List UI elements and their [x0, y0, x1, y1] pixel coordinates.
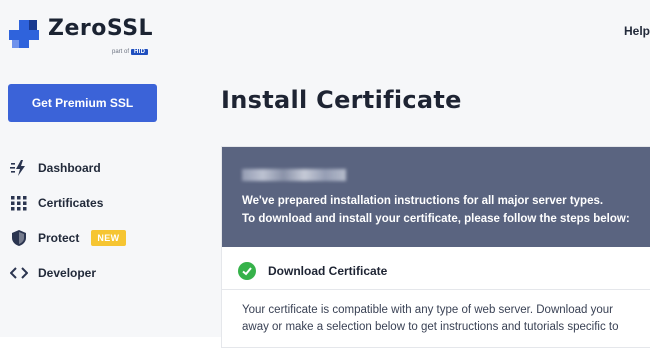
step-label: Download Certificate: [268, 264, 388, 278]
sidebar-nav: Dashboard Certificates Protect NEW Devel…: [10, 150, 180, 290]
sidebar-item-certificates[interactable]: Certificates: [10, 185, 180, 220]
step-description: Your certificate is compatible with any …: [242, 304, 613, 316]
brand-part-of: part of HID: [112, 49, 149, 55]
sidebar-item-protect[interactable]: Protect NEW: [10, 220, 180, 255]
grid-icon: [10, 194, 28, 212]
shield-icon: [10, 229, 28, 247]
install-card: We've prepared installation instructions…: [221, 146, 650, 348]
sidebar-item-developer[interactable]: Developer: [10, 255, 180, 290]
main-content: Help Install Certificate We've prepared …: [190, 0, 650, 348]
card-header: We've prepared installation instructions…: [222, 147, 650, 247]
sidebar-item-label: Developer: [38, 265, 97, 280]
code-icon: [10, 264, 28, 282]
zerossl-logo[interactable]: ZeroSSL part of HID: [8, 12, 168, 56]
intro-text: To download and install your certificate…: [242, 213, 630, 225]
hid-logo: HID: [131, 49, 149, 55]
new-badge: NEW: [91, 229, 126, 246]
sidebar-item-label: Protect: [38, 230, 80, 245]
redacted-domain: [242, 169, 346, 181]
brand-name: ZeroSSL: [48, 16, 154, 41]
step-download-certificate[interactable]: Download Certificate: [238, 262, 387, 280]
get-premium-ssl-button[interactable]: Get Premium SSL: [8, 84, 157, 122]
sidebar: ZeroSSL part of HID Get Premium SSL Dash…: [0, 0, 190, 337]
divider: [222, 289, 650, 290]
intro-text: We've prepared installation instructions…: [242, 195, 604, 207]
help-link[interactable]: Help: [624, 24, 650, 38]
sidebar-item-label: Certificates: [38, 195, 104, 210]
logo-mark-icon: [9, 20, 39, 48]
check-circle-icon: [238, 262, 256, 280]
sidebar-item-dashboard[interactable]: Dashboard: [10, 150, 180, 185]
part-of-text: part of: [112, 49, 130, 55]
sidebar-item-label: Dashboard: [38, 160, 101, 175]
step-description: away or make a selection below to get in…: [242, 321, 619, 333]
page-title: Install Certificate: [221, 86, 462, 114]
lightning-icon: [10, 159, 28, 177]
